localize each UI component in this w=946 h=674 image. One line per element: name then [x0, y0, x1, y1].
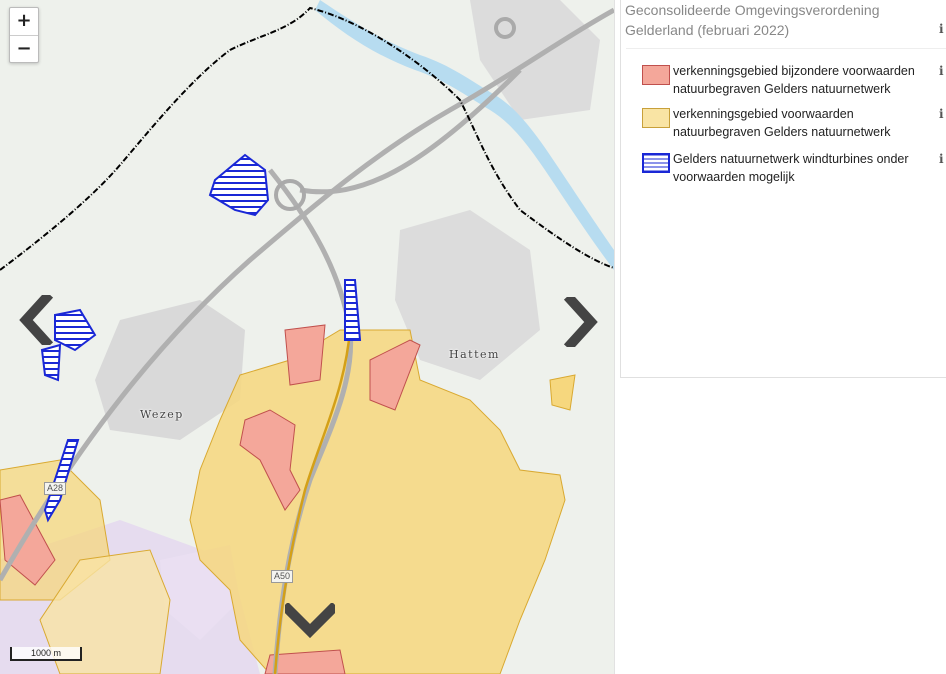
zoom-out-button[interactable]: −	[10, 35, 38, 62]
zoom-control: + −	[9, 7, 39, 63]
legend-swatch	[642, 65, 670, 85]
legend-info-icon[interactable]: i	[939, 64, 944, 78]
legend-info-icon[interactable]: i	[939, 152, 944, 166]
legend-box: Geconsolideerde Omgevingsverordening Gel…	[620, 0, 946, 378]
pan-left-arrow-icon[interactable]	[14, 295, 54, 345]
legend-label: verkenningsgebied bijzondere voorwaarden…	[673, 64, 915, 96]
place-label-wezep: Wezep	[140, 408, 184, 421]
legend-swatch	[642, 108, 670, 128]
scale-bar: 1000 m	[10, 647, 82, 661]
pan-down-arrow-icon[interactable]	[285, 603, 335, 639]
legend-panel: Geconsolideerde Omgevingsverordening Gel…	[614, 0, 946, 674]
legend-info-icon[interactable]: i	[939, 107, 944, 121]
pan-right-arrow-icon[interactable]	[563, 297, 603, 347]
layer-info-icon[interactable]: i	[939, 22, 944, 36]
zoom-in-button[interactable]: +	[10, 8, 38, 35]
legend-label: Gelders natuurnetwerk windturbines onder…	[673, 152, 909, 184]
map-view[interactable]: + − Hattem Wezep A28 A50 1000 m	[0, 0, 614, 674]
divider	[626, 48, 946, 49]
legend-swatch-hatched	[642, 153, 670, 173]
road-label-a50: A50	[271, 570, 294, 583]
map-canvas[interactable]	[0, 0, 614, 674]
legend-label: verkenningsgebied voorwaarden natuurbegr…	[673, 107, 891, 139]
place-label-hattem: Hattem	[449, 348, 500, 361]
layer-title: Geconsolideerde Omgevingsverordening Gel…	[625, 2, 880, 38]
road-label-a28: A28	[44, 482, 67, 495]
